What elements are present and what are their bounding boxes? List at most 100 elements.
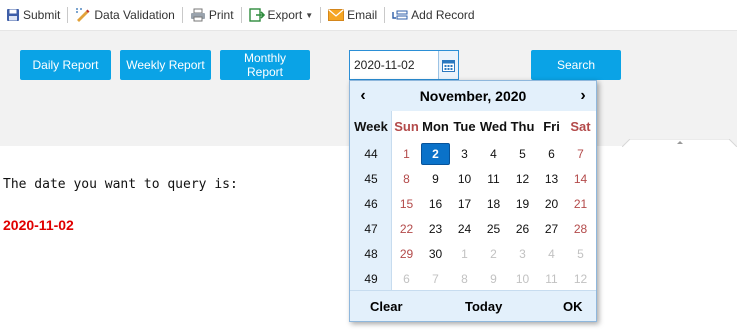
panel-resize-handle[interactable] [622,139,737,147]
daily-report-button[interactable]: Daily Report [20,50,111,80]
weekly-report-button[interactable]: Weekly Report [120,50,211,80]
calendar-day[interactable]: 22 [392,218,421,240]
print-button[interactable]: Print [186,4,238,26]
calendar-footer: Clear Today OK [350,290,596,321]
calendar-day[interactable]: 14 [566,168,595,190]
calendar-day[interactable]: 16 [421,193,450,215]
calendar-week-row: 47 22 23 24 25 26 27 28 [350,216,596,241]
monthly-report-button[interactable]: Monthly Report [220,50,310,80]
calendar-day[interactable]: 15 [392,193,421,215]
calendar-day-selected[interactable]: 2 [421,142,450,165]
date-input[interactable] [350,52,438,78]
calendar-day[interactable]: 17 [450,193,479,215]
day-header-row: Week Sun Mon Tue Wed Thu Fri Sat [350,111,596,141]
calendar-day[interactable]: 27 [537,218,566,240]
add-record-icon [392,10,408,20]
calendar-day[interactable]: 11 [479,168,508,190]
ok-button[interactable]: OK [563,299,583,314]
calendar-day[interactable]: 9 [421,168,450,190]
calendar-month-title[interactable]: November, 2020 [420,88,527,104]
calendar-day[interactable]: 6 [392,268,421,290]
week-number: 49 [364,271,378,286]
day-header-sat: Sat [570,118,591,134]
calendar-week-row: 45 8 9 10 11 12 13 14 [350,166,596,191]
calendar-day[interactable]: 9 [479,268,508,290]
calendar-day[interactable]: 4 [537,243,566,265]
calendar-icon [442,59,455,72]
day-header-wed: Wed [479,118,508,134]
calendar-day[interactable]: 23 [421,218,450,240]
calendar-day[interactable]: 10 [450,168,479,190]
submit-label: Submit [23,8,61,22]
prev-month-button[interactable]: ‹ [350,87,376,105]
calendar-day[interactable]: 1 [450,243,479,265]
calendar-day[interactable]: 19 [508,193,537,215]
calendar-grid: Week Sun Mon Tue Wed Thu Fri Sat 44 1 2 3 4 5… [350,111,596,291]
calendar-day[interactable]: 1 [392,143,421,165]
calendar-day[interactable]: 20 [537,193,566,215]
calendar-day[interactable]: 26 [508,218,537,240]
query-date-value: 2020-11-02 [3,217,74,233]
calendar-day[interactable]: 18 [479,193,508,215]
printer-icon [190,8,205,22]
email-button[interactable]: Email [324,4,381,26]
calendar-day[interactable]: 12 [566,268,595,290]
query-label: The date you want to query is: [3,177,238,192]
today-button[interactable]: Today [465,299,502,314]
calendar-day[interactable]: 28 [566,218,595,240]
day-header-tue: Tue [453,118,476,134]
toolbar-divider [181,7,183,23]
pencil-icon [76,8,90,22]
calendar-day[interactable]: 7 [566,143,595,165]
data-validation-label: Data Validation [94,8,175,22]
calendar-day[interactable]: 3 [508,243,537,265]
calendar-header: ‹ November, 2020 › [350,81,596,111]
next-month-button[interactable]: › [570,87,596,105]
add-record-label: Add Record [411,8,475,22]
calendar-week-row: 46 15 16 17 18 19 20 21 [350,191,596,216]
export-button[interactable]: Export ▼ [245,4,318,26]
calendar-day[interactable]: 7 [421,268,450,290]
calendar-day[interactable]: 8 [450,268,479,290]
date-picker-field[interactable] [349,50,459,80]
search-button[interactable]: Search [531,50,621,80]
day-header-thu: Thu [510,118,535,134]
week-number: 46 [364,196,378,211]
calendar-day[interactable]: 2 [479,243,508,265]
calendar-day[interactable]: 4 [479,143,508,165]
calendar-day[interactable]: 5 [508,143,537,165]
calendar-week-row: 49 6 7 8 9 10 11 12 [350,266,596,291]
toolbar-divider [384,7,386,23]
envelope-icon [328,9,345,21]
calendar-day[interactable]: 5 [566,243,595,265]
calendar-day[interactable]: 6 [537,143,566,165]
calendar-day[interactable]: 24 [450,218,479,240]
day-header-mon: Mon [422,118,449,134]
calendar-day[interactable]: 30 [421,243,450,265]
calendar-day[interactable]: 29 [392,243,421,265]
calendar-day[interactable]: 12 [508,168,537,190]
data-validation-button[interactable]: Data Validation [71,4,179,26]
day-header-sun: Sun [394,118,419,134]
print-label: Print [208,8,234,22]
submit-button[interactable]: Submit [2,4,64,26]
chevron-down-icon: ▼ [305,10,314,20]
clear-button[interactable]: Clear [370,299,403,314]
add-record-button[interactable]: Add Record [388,4,478,26]
toolbar: Submit Data Validation Print Export ▼ Em… [0,0,737,31]
calendar-day[interactable]: 10 [508,268,537,290]
toolbar-divider [240,7,242,23]
calendar-day[interactable]: 11 [537,268,566,290]
calendar-popup: ‹ November, 2020 › Week Sun Mon Tue Wed … [349,80,597,322]
week-number: 48 [364,246,378,261]
calendar-day[interactable]: 25 [479,218,508,240]
toolbar-divider [320,7,322,23]
calendar-day[interactable]: 21 [566,193,595,215]
week-number: 45 [364,171,378,186]
calendar-day[interactable]: 13 [537,168,566,190]
calendar-day[interactable]: 3 [450,143,479,165]
calendar-toggle-button[interactable] [438,51,458,79]
email-label: Email [347,8,378,22]
calendar-day[interactable]: 8 [392,168,421,190]
toolbar-divider [67,7,69,23]
